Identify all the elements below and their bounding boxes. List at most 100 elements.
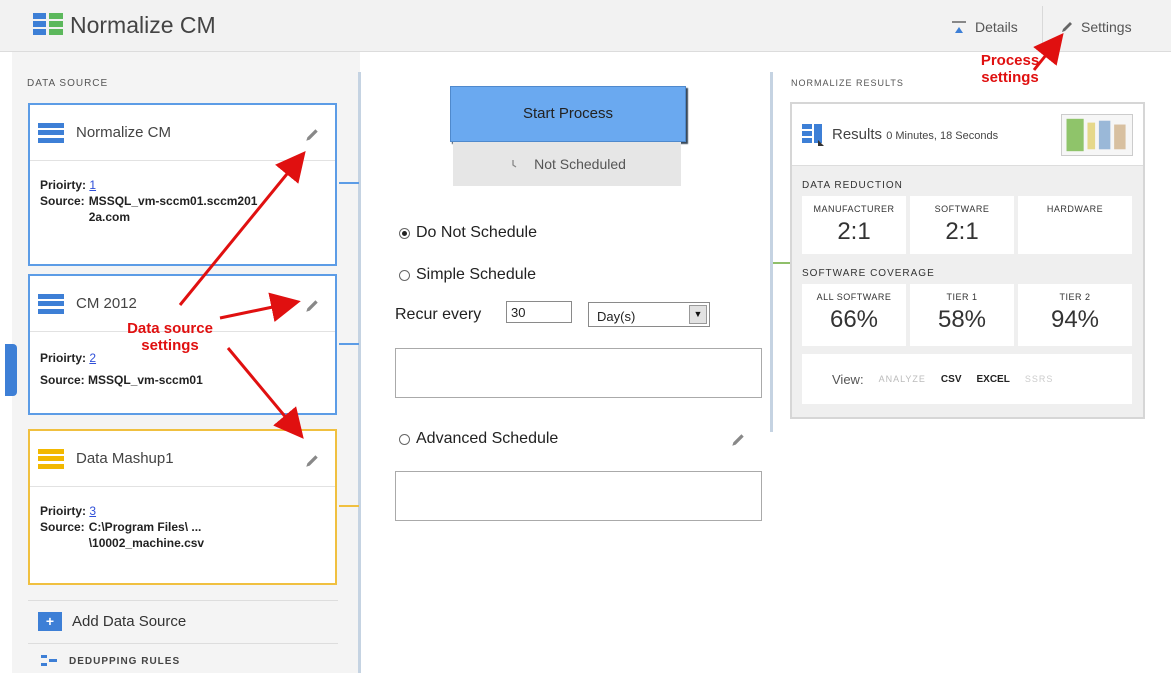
metric-value: 66% xyxy=(829,306,879,333)
rules-icon xyxy=(41,655,57,666)
recur-unit-select[interactable]: Day(s) ▼ xyxy=(588,302,710,327)
metric-label: SOFTWARE xyxy=(934,204,990,214)
data-source-card-data-mashup1[interactable]: Data Mashup1 Prioirty: 3 Source: C:\Progr… xyxy=(28,429,337,585)
list-icon xyxy=(38,293,64,314)
collapse-handle[interactable] xyxy=(5,344,17,396)
results-icon xyxy=(802,124,824,146)
page-title: Normalize CM xyxy=(70,12,216,38)
details-label: Details xyxy=(975,19,1018,35)
grid-list-icon xyxy=(33,13,63,35)
clock-icon xyxy=(512,160,517,168)
settings-label: Settings xyxy=(1081,19,1132,35)
metric-all-software: ALL SOFTWARE 66% xyxy=(802,284,906,346)
priority-label: Prioirty: xyxy=(40,504,87,518)
divider xyxy=(28,643,338,644)
data-source-name: Data Mashup1 xyxy=(76,450,174,467)
metric-label: MANUFACTURER xyxy=(813,204,895,214)
add-data-source-label: Add Data Source xyxy=(72,613,187,630)
metric-manufacturer: MANUFACTURER 2:1 xyxy=(802,196,906,254)
header-divider xyxy=(1042,6,1043,46)
recur-unit-value: Day(s) xyxy=(597,309,636,324)
radio-advanced-schedule[interactable]: Advanced Schedule xyxy=(399,430,558,448)
metric-tier-2: TIER 2 94% xyxy=(1018,284,1132,346)
edit-pencil-icon[interactable] xyxy=(304,453,320,469)
priority-label: Prioirty: xyxy=(40,178,87,192)
view-analyze-link[interactable]: ANALYZE xyxy=(879,374,926,384)
data-reduction-label: DATA REDUCTION xyxy=(802,180,903,191)
radio-do-not-schedule[interactable]: Do Not Schedule xyxy=(399,224,537,242)
metric-label: TIER 2 xyxy=(1059,292,1091,302)
edit-pencil-icon[interactable] xyxy=(304,127,320,143)
process-settings-annotation: Process settings xyxy=(980,52,1040,86)
source-label: Source: xyxy=(40,520,85,534)
results-header: Results 0 Minutes, 18 Seconds xyxy=(792,104,1143,166)
metric-hardware: HARDWARE xyxy=(1018,196,1132,254)
radio-simple-schedule[interactable]: Simple Schedule xyxy=(399,266,536,284)
connector-line xyxy=(339,505,359,507)
radio-label: Simple Schedule xyxy=(416,266,537,283)
data-source-details: Prioirty: 1 Source: MSSQL_vm-sccm01.sccm2… xyxy=(30,161,335,235)
details-button[interactable]: Details xyxy=(950,16,1018,38)
connector-line xyxy=(339,343,359,345)
metric-software: SOFTWARE 2:1 xyxy=(910,196,1014,254)
metric-label: HARDWARE xyxy=(1046,204,1104,214)
app-header: Normalize CM Details Settings xyxy=(0,0,1171,52)
metric-label: ALL SOFTWARE xyxy=(816,292,892,302)
simple-schedule-textbox[interactable] xyxy=(395,348,762,398)
advanced-schedule-textbox[interactable] xyxy=(395,471,762,521)
view-ssrs-link[interactable]: SSRS xyxy=(1025,374,1054,384)
normalize-results-label: NORMALIZE RESULTS xyxy=(791,78,904,88)
divider xyxy=(28,600,338,601)
add-data-source-button[interactable]: + Add Data Source xyxy=(38,612,186,631)
source-value: MSSQL_vm-sccm01 xyxy=(88,373,203,387)
software-coverage-label: SOFTWARE COVERAGE xyxy=(802,268,935,279)
data-source-settings-annotation: Data source settings xyxy=(127,320,213,354)
edit-pencil-icon[interactable] xyxy=(304,298,320,314)
data-source-card-header: Data Mashup1 xyxy=(30,431,335,487)
metric-label: TIER 1 xyxy=(946,292,978,302)
metric-tier-1: TIER 1 58% xyxy=(910,284,1014,346)
radio-button[interactable] xyxy=(399,433,410,445)
view-csv-link[interactable]: CSV xyxy=(941,374,962,385)
data-source-card-header: Normalize CM xyxy=(30,105,335,161)
start-process-button[interactable]: Start Process xyxy=(450,86,686,142)
metric-value: 58% xyxy=(937,306,987,333)
recur-interval-input[interactable] xyxy=(506,301,572,323)
dedupping-rules-link[interactable]: DEDUPPING RULES xyxy=(41,655,180,667)
results-panel: Results 0 Minutes, 18 Seconds DATA REDUC… xyxy=(790,102,1145,419)
settings-button[interactable]: Settings xyxy=(1060,16,1132,38)
results-title: Results 0 Minutes, 18 Seconds xyxy=(832,126,998,143)
edit-pencil-icon[interactable] xyxy=(730,432,746,448)
source-label: Source: xyxy=(40,194,85,208)
radio-label: Advanced Schedule xyxy=(416,430,559,447)
priority-link[interactable]: 2 xyxy=(89,351,96,365)
source-label: Source: xyxy=(40,373,85,387)
radio-label: Do Not Schedule xyxy=(416,224,537,241)
view-label: View: xyxy=(832,371,864,387)
schedule-status: Not Scheduled xyxy=(453,142,681,186)
metric-value: 2:1 xyxy=(945,218,979,245)
data-source-label: DATA SOURCE xyxy=(27,78,109,89)
connector-line xyxy=(339,182,359,184)
results-duration: 0 Minutes, 18 Seconds xyxy=(886,130,999,142)
pencil-icon xyxy=(1062,22,1072,32)
radio-button[interactable] xyxy=(399,269,410,281)
report-thumbnail-icon[interactable] xyxy=(1061,114,1133,156)
connector-line xyxy=(773,262,790,264)
add-icon: + xyxy=(38,612,62,631)
radio-button[interactable] xyxy=(399,227,410,239)
priority-link[interactable]: 1 xyxy=(89,178,96,192)
list-icon xyxy=(38,122,64,143)
details-icon xyxy=(952,21,966,33)
results-title-text: Results xyxy=(832,126,883,143)
data-source-name: CM 2012 xyxy=(76,295,137,312)
dedupping-rules-label: DEDUPPING RULES xyxy=(69,655,181,667)
view-excel-link[interactable]: EXCEL xyxy=(976,374,1009,385)
data-source-card-normalize-cm[interactable]: Normalize CM Prioirty: 1 Source: MSSQL_vm… xyxy=(28,103,337,266)
chevron-down-icon[interactable]: ▼ xyxy=(689,305,707,324)
view-options: View: ANALYZE CSV EXCEL SSRS xyxy=(802,354,1132,404)
priority-link[interactable]: 3 xyxy=(89,504,96,518)
schedule-status-label: Not Scheduled xyxy=(534,156,626,172)
data-source-details: Prioirty: 3 Source: C:\Program Files\ ...… xyxy=(30,487,335,561)
recur-every-label: Recur every xyxy=(395,306,482,323)
